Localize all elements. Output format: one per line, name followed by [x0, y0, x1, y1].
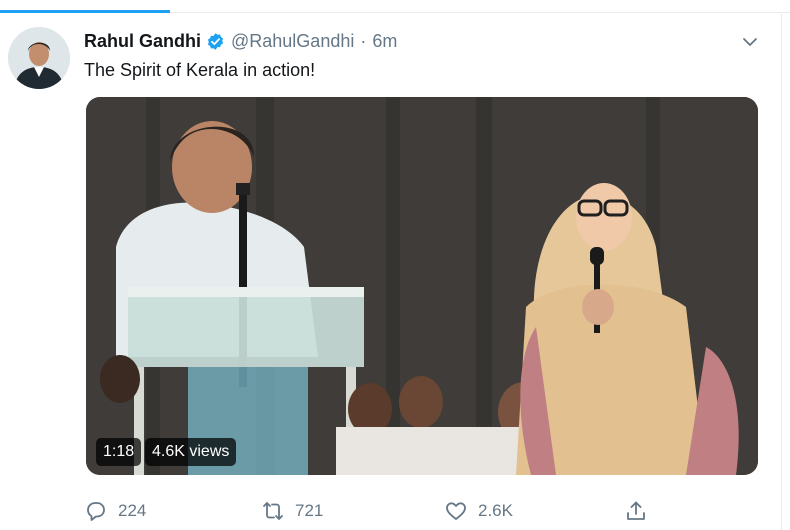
share-icon [624, 499, 648, 523]
reply-button[interactable]: 224 [84, 496, 146, 526]
video-frame [86, 97, 758, 475]
video-player[interactable]: 1:18 4.6K views [86, 97, 758, 475]
timeline-border [781, 14, 782, 530]
tweet-text: The Spirit of Kerala in action! [84, 60, 316, 80]
chevron-down-icon[interactable] [740, 32, 760, 52]
retweet-button[interactable]: 721 [261, 496, 323, 526]
tweet-header: Rahul Gandhi @RahulGandhi · 6m [84, 30, 397, 52]
video-views-badge: 4.6K views [145, 438, 237, 466]
divider [170, 12, 790, 13]
verified-badge-icon [206, 32, 225, 51]
video-duration-badge: 1:18 [96, 438, 142, 466]
share-button[interactable] [624, 496, 648, 526]
like-count: 2.6K [478, 501, 513, 520]
tweet-actions: 224 721 2.6K [0, 496, 790, 526]
retweet-count: 721 [295, 501, 324, 520]
reply-count: 224 [118, 501, 147, 520]
retweet-icon [261, 499, 285, 523]
tab-underline-bar [0, 0, 790, 14]
like-button[interactable]: 2.6K [444, 496, 513, 526]
reply-icon [84, 499, 108, 523]
avatar[interactable] [8, 27, 70, 89]
author-handle[interactable]: @RahulGandhi [231, 31, 354, 52]
heart-icon [444, 499, 468, 523]
separator-dot: · [360, 30, 367, 51]
avatar-image [8, 27, 70, 89]
active-tab-indicator [0, 10, 170, 13]
timestamp[interactable]: 6m [372, 31, 397, 52]
author-name[interactable]: Rahul Gandhi [84, 31, 201, 52]
